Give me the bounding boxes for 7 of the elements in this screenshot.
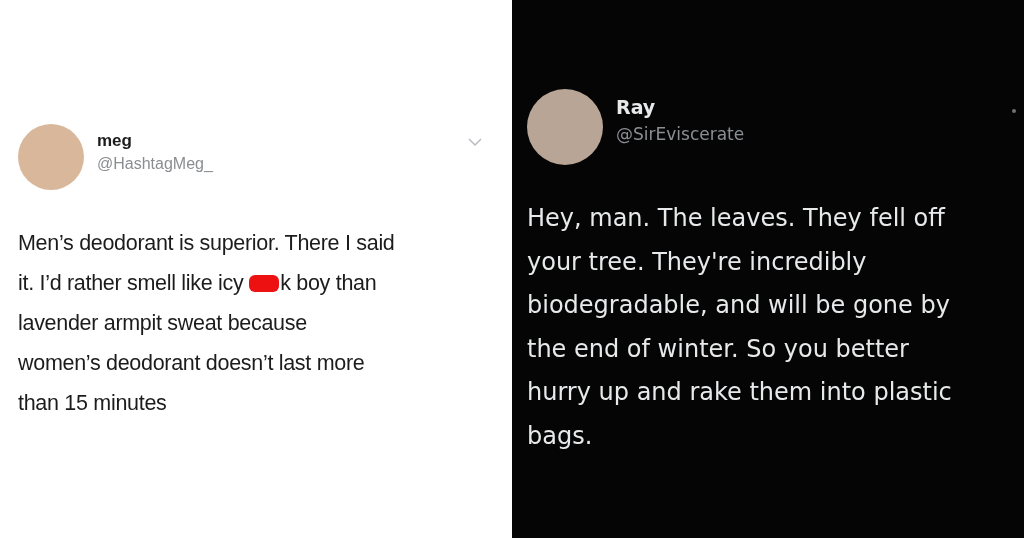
user-handle[interactable]: @SirEviscerate	[616, 124, 745, 144]
user-name[interactable]: Ray	[616, 96, 745, 118]
tweet-text: Men’s deodorant is superior. There I said it. I’d rather smell like icy k boy than lavender armpit sweat because women’s deodorant doesn’t last more than 15 minutes	[18, 230, 396, 417]
chevron-down-icon[interactable]	[468, 138, 482, 147]
user-name[interactable]: meg	[97, 131, 213, 151]
dot-icon[interactable]	[1012, 109, 1016, 113]
tweet-text: Hey, man. The leaves. They fell off your tree. They're incredibly biodegradable, and will be gone by the end of winter. So you better hurry up and rake them into plastic bags.	[527, 203, 953, 452]
